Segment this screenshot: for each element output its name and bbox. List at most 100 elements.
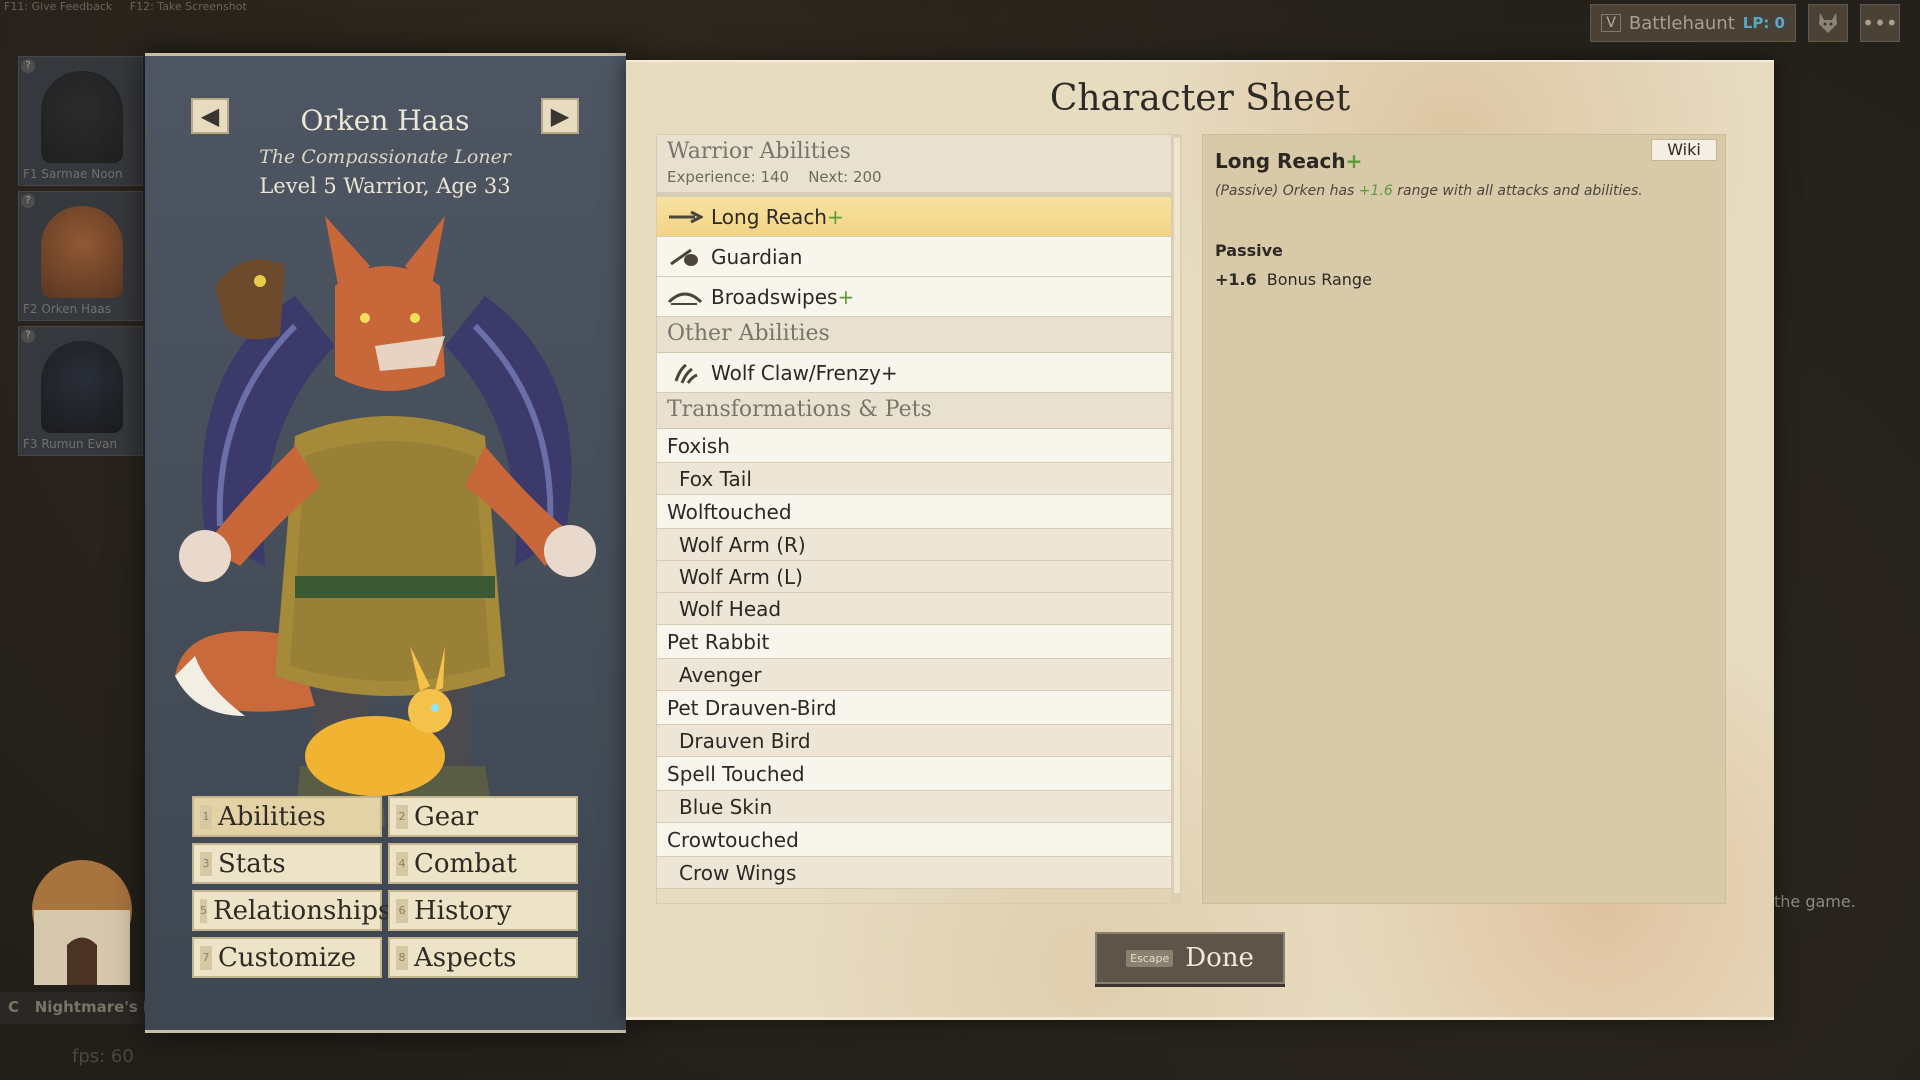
more-menu-button[interactable]: ••• [1860, 4, 1900, 42]
transformation-part-row[interactable]: Fox Tail [657, 463, 1171, 495]
ability-list[interactable]: Warrior Abilities Experience: 140 Next: … [656, 134, 1172, 904]
spear-icon [667, 205, 703, 229]
pet-part-row[interactable]: Avenger [657, 659, 1171, 691]
tab-hotkey: 8 [396, 945, 408, 970]
tab-label: Combat [414, 848, 517, 879]
ability-row-wolf-claw[interactable]: Wolf Claw/Frenzy+ [657, 353, 1171, 393]
tab-label: History [414, 895, 512, 926]
claw-icon [667, 361, 703, 385]
character-panel: ◀ ▶ Orken Haas The Compassionate Loner L… [145, 53, 626, 1033]
character-sheet: Character Sheet Warrior Abilities Experi… [626, 60, 1774, 1020]
transformation-row[interactable]: Wolftouched [657, 495, 1171, 529]
tab-hotkey: 4 [396, 851, 408, 876]
detail-description: (Passive) Orken has +1.6 range with all … [1215, 183, 1643, 199]
transformation-part-row[interactable]: Wolf Head [657, 593, 1171, 625]
wolf-head-icon [1819, 13, 1837, 33]
character-name: Orken Haas [300, 104, 470, 137]
tab-label: Customize [218, 942, 357, 973]
arrow-left-icon: ◀ [200, 102, 220, 130]
section-title: Warrior Abilities [667, 139, 851, 164]
ability-detail-panel: Wiki Long Reach+ (Passive) Orken has +1.… [1202, 134, 1726, 904]
experience-value: Experience: 140 [667, 168, 790, 186]
tab-hotkey: 7 [200, 945, 212, 970]
party-label: F3 Rumun Evan [23, 437, 118, 451]
top-right-bar: V Battlehaunt LP: 0 ••• [1590, 4, 1900, 42]
tab-label: Abilities [218, 801, 326, 832]
character-title: The Compassionate Loner [259, 146, 511, 168]
party-portrait-wolf [41, 206, 123, 298]
transformation-part-row[interactable]: Crow Wings [657, 857, 1171, 889]
transformation-part-row[interactable]: Wolf Arm (L) [657, 561, 1171, 593]
prev-character-button[interactable]: ◀ [191, 98, 229, 134]
shield-sword-icon [667, 245, 703, 269]
tab-label: Gear [414, 801, 479, 832]
tab-hotkey: 1 [200, 804, 212, 829]
transformation-row[interactable]: Foxish [657, 429, 1171, 463]
sheet-title: Character Sheet [1049, 78, 1351, 119]
transformation-part-row[interactable]: Wolf Arm (R) [657, 529, 1171, 561]
ability-row-guardian[interactable]: Guardian [657, 237, 1171, 277]
other-abilities-header: Other Abilities [657, 317, 1171, 353]
transformations-header: Transformations & Pets [657, 393, 1171, 429]
profile-button[interactable] [1808, 4, 1848, 42]
pet-row[interactable]: Pet Rabbit [657, 625, 1171, 659]
ability-list-scrollbar[interactable] [1172, 134, 1182, 904]
tab-abilities[interactable]: 1 Abilities [192, 796, 382, 837]
tab-hotkey: 2 [396, 804, 408, 829]
party-badge: ? [21, 194, 35, 208]
transformation-row[interactable]: Crowtouched [657, 823, 1171, 857]
party-badge: ? [21, 59, 35, 73]
ability-name: Broadswipes+ [711, 284, 855, 309]
party-member-1[interactable]: ? F1 Sarmae Noon [18, 56, 143, 186]
hint-bar: F11: Give Feedback F12: Take Screenshot [4, 0, 261, 13]
character-level: Level 5 Warrior, Age 33 [259, 174, 511, 198]
objective-banner[interactable]: C Nightmare's E [0, 992, 160, 1024]
ability-name: Guardian [711, 244, 803, 269]
warrior-abilities-header: Warrior Abilities Experience: 140 Next: … [657, 135, 1171, 197]
ability-name: Long Reach+ [711, 204, 844, 229]
next-level-value: Next: 200 [808, 168, 882, 186]
ability-row-long-reach[interactable]: Long Reach+ [657, 197, 1171, 237]
arrow-right-icon: ▶ [550, 102, 570, 130]
ability-row-broadswipes[interactable]: Broadswipes+ [657, 277, 1171, 317]
fps-counter: fps: 60 [72, 1046, 134, 1067]
pet-part-row[interactable]: Drauven Bird [657, 725, 1171, 757]
tab-relationships[interactable]: 5 Relationships [192, 890, 391, 931]
character-tabs: 1 Abilities 2 Gear 3 Stats 4 Combat 5 Re… [192, 796, 578, 978]
party-member-2[interactable]: ? F2 Orken Haas [18, 191, 143, 321]
tab-label: Stats [218, 848, 286, 879]
tab-stats[interactable]: 3 Stats [192, 843, 382, 884]
tab-customize[interactable]: 7 Customize [192, 937, 382, 978]
party-member-3[interactable]: ? F3 Rumun Evan [18, 326, 143, 456]
legacy-points: LP: 0 [1742, 14, 1785, 32]
tab-aspects[interactable]: 8 Aspects [388, 937, 578, 978]
ability-name: Wolf Claw/Frenzy+ [711, 360, 898, 385]
transformation-part-row[interactable]: Blue Skin [657, 791, 1171, 823]
tab-hotkey: 6 [396, 898, 408, 923]
tab-history[interactable]: 6 History [388, 890, 578, 931]
party-portrait-crow [41, 71, 123, 163]
transformation-row[interactable]: Spell Touched [657, 757, 1171, 791]
done-button[interactable]: Escape Done [1095, 932, 1285, 984]
scrollbar-thumb[interactable] [1174, 138, 1180, 893]
tab-combat[interactable]: 4 Combat [388, 843, 578, 884]
pet-row[interactable]: Pet Drauven-Bird [657, 691, 1171, 725]
next-character-button[interactable]: ▶ [541, 98, 579, 134]
tab-gear[interactable]: 2 Gear [388, 796, 578, 837]
hut-icon [32, 860, 132, 985]
character-portrait [175, 216, 596, 826]
party-badge: ? [21, 329, 35, 343]
account-hotkey: V [1601, 14, 1621, 32]
account-button[interactable]: V Battlehaunt LP: 0 [1590, 4, 1796, 42]
tab-hotkey: 5 [200, 898, 207, 923]
party-label: F2 Orken Haas [23, 302, 112, 316]
screenshot-hint: F12: Take Screenshot [129, 0, 247, 13]
tab-hotkey: 3 [200, 851, 212, 876]
sword-sweep-icon [667, 285, 703, 309]
wiki-button[interactable]: Wiki [1651, 139, 1717, 161]
experience-line: Experience: 140 Next: 200 [667, 168, 1161, 186]
stat-label: Bonus Range [1266, 270, 1372, 289]
detail-stat: +1.6 Bonus Range [1215, 270, 1713, 289]
party-portrait-raven [41, 341, 123, 433]
account-name: Battlehaunt [1628, 12, 1735, 34]
